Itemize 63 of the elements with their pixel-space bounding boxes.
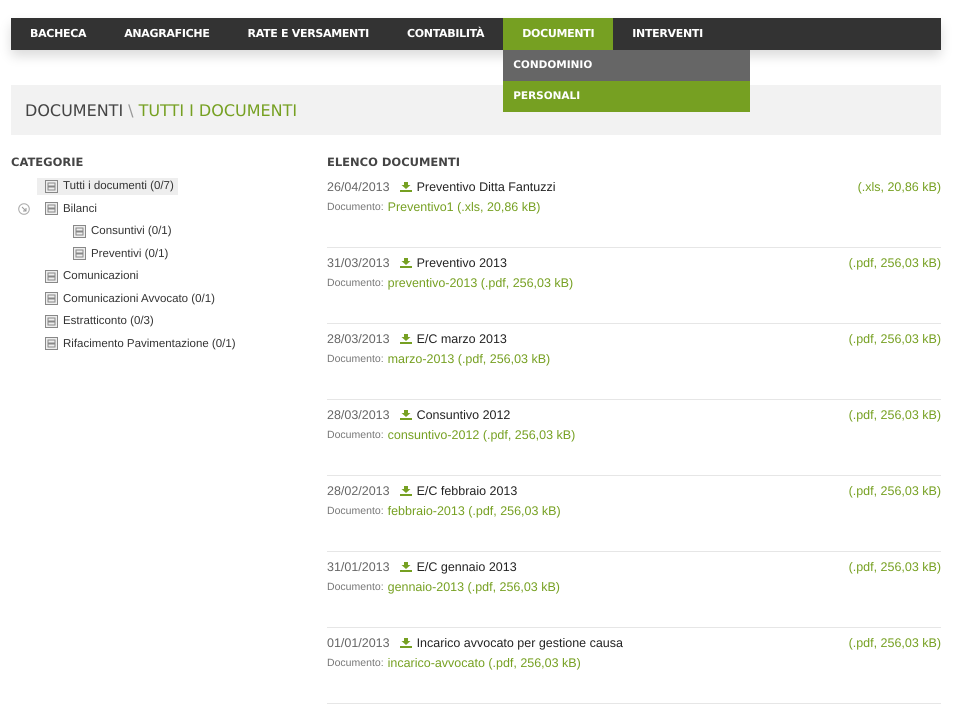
section-heading: ELENCO DOCUMENTI (327, 155, 462, 171)
folder-icon (45, 337, 58, 350)
document-date: 28/03/2013 (327, 332, 390, 346)
category-item[interactable]: Rifacimento Pavimentazione (0/1) (37, 335, 240, 352)
file-size: (.pdf, 256,03 kB) (848, 256, 941, 270)
category-item[interactable]: Preventivi (0/1) (65, 245, 172, 262)
file-label: Documento: (327, 505, 384, 517)
folder-icon (45, 180, 58, 193)
document-date: 28/03/2013 (327, 408, 390, 422)
file-size: (.pdf, 256,03 kB) (848, 484, 941, 498)
category-item[interactable]: Tutti i documenti (0/7) (37, 178, 178, 195)
nav-tab[interactable]: BACHECA (11, 18, 106, 50)
document-title[interactable]: E/C febbraio 2013 (416, 484, 518, 498)
folder-icon (45, 292, 58, 306)
breadcrumb-page: TUTTI I DOCUMENTI (138, 100, 298, 120)
file-label: Documento: (327, 581, 384, 593)
file-size: (.pdf, 256,03 kB) (848, 332, 941, 346)
download-icon[interactable] (400, 410, 412, 420)
folder-icon (45, 202, 58, 216)
file-label: Documento: (327, 657, 384, 669)
download-icon[interactable] (400, 258, 412, 268)
expand-toggle-icon[interactable] (18, 202, 30, 215)
folder-icon (73, 247, 86, 260)
nav-tab[interactable]: ANAGRAFICHE (105, 18, 229, 50)
document-date: 26/04/2013 (327, 180, 390, 194)
nav-tab[interactable]: RATE E VERSAMENTI (228, 18, 388, 50)
download-icon[interactable] (400, 638, 412, 648)
category-item[interactable]: Estratticonto (0/3) (37, 312, 158, 330)
file-size: (.pdf, 256,03 kB) (848, 408, 941, 422)
section-heading: CATEGORIE (11, 155, 84, 171)
document-title[interactable]: E/C marzo 2013 (416, 332, 507, 346)
download-icon[interactable] (400, 334, 412, 344)
document-date: 31/03/2013 (327, 256, 390, 270)
document-date: 28/02/2013 (327, 484, 390, 498)
category-item[interactable]: Bilanci (37, 200, 101, 218)
breadcrumb-section[interactable]: DOCUMENTI (25, 100, 124, 120)
document-title[interactable]: Consuntivo 2012 (416, 408, 510, 422)
nav-tab[interactable]: INTERVENTI (613, 18, 722, 50)
file-label: Documento: (327, 429, 384, 441)
download-icon[interactable] (400, 486, 412, 496)
nav-tab[interactable]: CONTABILITÀ (388, 18, 504, 50)
folder-icon (73, 224, 86, 238)
breadcrumb-separator: \ (128, 100, 134, 120)
category-item[interactable]: Comunicazioni Avvocato (0/1) (37, 290, 219, 308)
folder-icon (45, 270, 58, 283)
folder-icon (45, 314, 58, 328)
file-label: Documento: (327, 277, 384, 289)
category-item[interactable]: Consuntivi (0/1) (65, 222, 176, 240)
document-date: 31/01/2013 (327, 560, 390, 574)
dropdown-item[interactable]: CONDOMINIO (503, 50, 750, 81)
download-icon[interactable] (400, 562, 412, 572)
category-item[interactable]: Comunicazioni (37, 268, 142, 285)
document-title[interactable]: E/C gennaio 2013 (416, 560, 517, 574)
file-label: Documento: (327, 353, 384, 365)
document-date: 01/01/2013 (327, 636, 390, 650)
file-size: (.pdf, 256,03 kB) (848, 560, 941, 574)
download-icon[interactable] (400, 182, 412, 192)
document-title[interactable]: Preventivo Ditta Fantuzzi (416, 180, 556, 194)
file-size: (.xls, 20,86 kB) (858, 180, 941, 194)
file-label: Documento: (327, 201, 384, 213)
document-title[interactable]: Preventivo 2013 (416, 256, 507, 270)
document-title[interactable]: Incarico avvocato per gestione causa (416, 636, 623, 650)
file-size: (.pdf, 256,03 kB) (848, 636, 941, 650)
